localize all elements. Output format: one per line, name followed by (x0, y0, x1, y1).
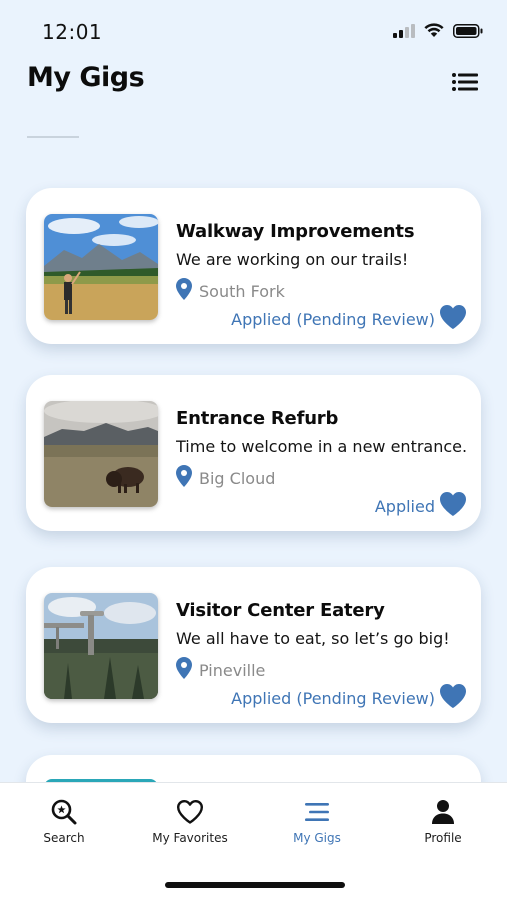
gig-title: Visitor Center Eatery (176, 600, 385, 621)
favorite-button[interactable] (439, 304, 467, 330)
tab-label: Search (43, 831, 85, 845)
gig-card[interactable]: Entrance Refurb Time to welcome in a new… (26, 375, 481, 531)
page-title: My Gigs (27, 62, 145, 93)
tab-search[interactable]: Search (9, 797, 119, 851)
status-time: 12:01 (42, 20, 103, 44)
application-status: Applied (Pending Review) (231, 689, 435, 708)
status-icons (393, 22, 483, 42)
gig-card[interactable]: Walkway Improvements We are working on o… (26, 188, 481, 344)
tab-profile[interactable]: Profile (388, 797, 498, 851)
gig-description: We all have to eat, so let’s go big! (176, 629, 450, 648)
list-icon (302, 797, 332, 827)
location-text: South Fork (199, 281, 285, 301)
home-indicator (165, 882, 345, 888)
application-status: Applied (Pending Review) (231, 310, 435, 329)
favorite-button[interactable] (439, 683, 467, 709)
heart-icon (439, 684, 467, 713)
gig-card[interactable]: Visitor Center Eatery We all have to eat… (26, 567, 481, 723)
gig-title: Walkway Improvements (176, 221, 415, 242)
gig-location: Big Cloud (176, 465, 275, 491)
location-pin-icon (176, 278, 192, 304)
location-text: Pineville (199, 660, 266, 680)
heart-icon (439, 305, 467, 334)
tab-label: My Favorites (152, 831, 228, 845)
gig-thumbnail-tower (44, 593, 158, 699)
person-icon (428, 797, 458, 827)
gig-title: Entrance Refurb (176, 408, 339, 429)
tab-label: Profile (424, 831, 462, 845)
location-pin-icon (176, 657, 192, 683)
tab-my-favorites[interactable]: My Favorites (135, 797, 245, 851)
gig-location: Pineville (176, 657, 265, 683)
list-view-icon (451, 73, 479, 98)
application-status: Applied (374, 497, 435, 516)
header-divider (27, 136, 79, 138)
battery-icon (453, 23, 483, 42)
location-text: Big Cloud (199, 468, 276, 488)
gig-description: We are working on our trails! (176, 250, 409, 269)
search-icon (49, 797, 79, 827)
heart-outline-icon (175, 797, 205, 827)
gig-thumbnail-hiker (44, 214, 158, 320)
wifi-icon (423, 22, 445, 42)
location-pin-icon (176, 465, 192, 491)
gig-description: Time to welcome in a new entrance... (176, 437, 468, 456)
tab-my-gigs[interactable]: My Gigs (262, 797, 372, 851)
gig-location: South Fork (176, 278, 285, 304)
gig-thumbnail-bison (44, 401, 158, 507)
tab-label: My Gigs (293, 831, 341, 845)
heart-icon (439, 492, 467, 521)
favorite-button[interactable] (439, 491, 467, 517)
cellular-signal-icon (393, 23, 415, 42)
status-bar: 12:01 (0, 0, 507, 60)
list-view-button[interactable] (451, 70, 479, 94)
